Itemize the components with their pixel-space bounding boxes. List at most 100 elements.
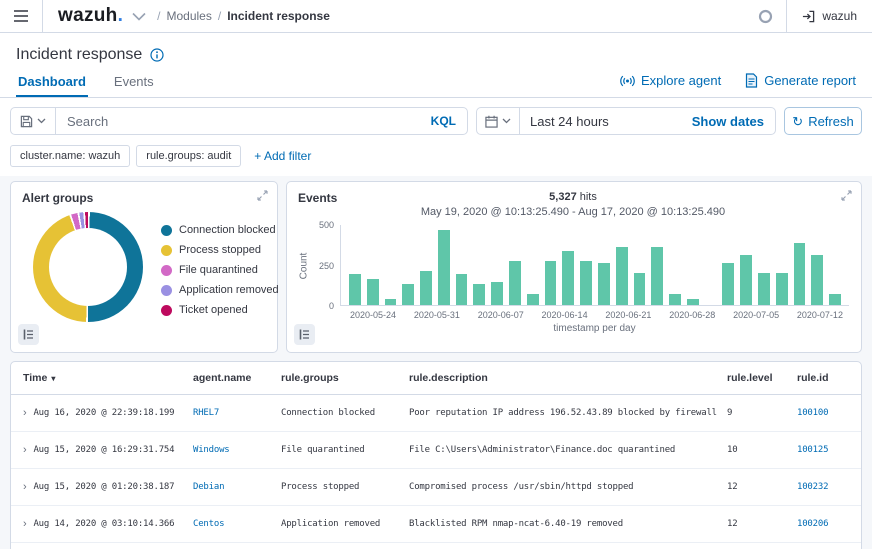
events-panel: Events 5,327hits May 19, 2020 @ 10:13:25…	[286, 181, 862, 353]
y-axis: 0250500	[310, 225, 340, 306]
rule-id-link[interactable]: 100232	[797, 482, 828, 492]
legend-item[interactable]: Process stopped	[161, 244, 279, 256]
column-header-desc[interactable]: rule.description	[409, 372, 727, 384]
bar[interactable]	[367, 279, 379, 305]
bar[interactable]	[420, 271, 432, 305]
bar[interactable]	[456, 274, 468, 305]
inspect-data-button[interactable]	[294, 324, 315, 345]
bar[interactable]	[527, 294, 539, 305]
saved-query-menu-button[interactable]	[11, 108, 56, 134]
column-header-agent[interactable]: agent.name	[193, 372, 281, 384]
row-expand-icon[interactable]: ›	[23, 518, 26, 530]
cell-rule-description: Poor reputation IP address 196.52.43.89 …	[409, 408, 727, 418]
legend-item[interactable]: File quarantined	[161, 264, 279, 276]
alert-groups-donut-chart[interactable]	[33, 212, 143, 322]
tab-events[interactable]: Events	[112, 68, 156, 97]
explore-agent-button[interactable]: Explore agent	[620, 73, 721, 88]
bar[interactable]	[402, 284, 414, 305]
donut-hole	[49, 228, 127, 306]
column-header-time[interactable]: Time▾	[23, 372, 193, 384]
column-header-level[interactable]: rule.level	[727, 372, 797, 384]
kql-toggle[interactable]: KQL	[420, 114, 467, 128]
bar[interactable]	[473, 284, 485, 305]
show-dates-button[interactable]: Show dates	[681, 114, 775, 129]
bar[interactable]	[545, 261, 557, 305]
bar[interactable]	[651, 247, 663, 305]
bar[interactable]	[669, 294, 681, 305]
agent-link[interactable]: RHEL7	[193, 408, 219, 418]
wazuh-logo[interactable]: wazuh.	[58, 5, 123, 27]
bar[interactable]	[634, 273, 646, 305]
agent-link[interactable]: Debian	[193, 482, 224, 492]
legend-label: File quarantined	[179, 264, 258, 276]
legend-label: Process stopped	[179, 244, 261, 256]
bar[interactable]	[598, 263, 610, 305]
table-row: ›Aug 16, 2020 @ 22:39:18.199RHEL7Connect…	[11, 395, 861, 432]
time-range-value[interactable]: Last 24 hours	[520, 114, 681, 129]
bar[interactable]	[385, 299, 397, 305]
inspect-data-button[interactable]	[18, 324, 39, 345]
agent-link[interactable]: Windows	[193, 445, 230, 455]
cell-agent-name: Debian	[193, 482, 281, 492]
bar[interactable]	[580, 261, 592, 305]
bar[interactable]	[509, 261, 521, 305]
bar[interactable]	[687, 299, 699, 305]
breadcrumb: / Modules / Incident response	[155, 9, 330, 23]
panel-title: Events	[298, 191, 337, 205]
health-ring-icon[interactable]	[745, 0, 786, 32]
column-header-groups[interactable]: rule.groups	[281, 372, 409, 384]
logout-icon	[802, 10, 815, 23]
x-axis-title: timestamp per day	[340, 323, 849, 334]
bar[interactable]	[758, 273, 770, 305]
bar[interactable]	[491, 282, 503, 305]
info-icon[interactable]	[150, 48, 164, 62]
generate-report-button[interactable]: Generate report	[745, 73, 856, 88]
cell-time: ›Aug 15, 2020 @ 16:29:31.754	[23, 444, 193, 456]
expand-icon[interactable]	[841, 190, 852, 201]
add-filter-button[interactable]: + Add filter	[254, 149, 311, 163]
bar[interactable]	[794, 243, 806, 305]
rule-id-link[interactable]: 100100	[797, 408, 828, 418]
search-input[interactable]	[56, 114, 420, 129]
time-window-label: May 19, 2020 @ 10:13:25.490 - Aug 17, 20…	[297, 206, 849, 218]
time-value: Aug 16, 2020 @ 22:39:18.199	[33, 408, 174, 418]
user-menu[interactable]: wazuh	[787, 0, 872, 32]
bar[interactable]	[722, 263, 734, 305]
column-header-id[interactable]: rule.id	[797, 372, 849, 384]
table-row: ›Aug 15, 2020 @ 16:29:31.754WindowsFile …	[11, 432, 861, 469]
cell-time: ›Aug 15, 2020 @ 01:20:38.187	[23, 481, 193, 493]
expand-icon[interactable]	[257, 190, 268, 201]
chevron-down-icon[interactable]	[132, 12, 146, 21]
filter-pill[interactable]: cluster.name: wazuh	[10, 145, 130, 167]
row-expand-icon[interactable]: ›	[23, 481, 26, 493]
legend-item[interactable]: Application removed	[161, 284, 279, 296]
bar[interactable]	[562, 251, 574, 305]
table-row: ›Aug 15, 2020 @ 01:20:38.187DebianProces…	[11, 469, 861, 506]
bar[interactable]	[616, 247, 628, 305]
bar[interactable]	[776, 273, 788, 305]
hamburger-menu-icon[interactable]	[0, 0, 42, 32]
page-header: Incident response	[0, 33, 872, 67]
cell-agent-name: Windows	[193, 445, 281, 455]
refresh-button[interactable]: ↻ Refresh	[784, 107, 862, 135]
row-expand-icon[interactable]: ›	[23, 407, 26, 419]
bar[interactable]	[438, 230, 450, 305]
bar[interactable]	[349, 274, 361, 305]
row-expand-icon[interactable]: ›	[23, 444, 26, 456]
rule-id-link[interactable]: 100206	[797, 519, 828, 529]
filter-pill[interactable]: rule.groups: audit	[136, 145, 241, 167]
breadcrumb-modules[interactable]: Modules	[167, 9, 212, 23]
tab-dashboard[interactable]: Dashboard	[16, 68, 88, 97]
table-row: ›Aug 14, 2020 @ 03:10:14.366CentosApplic…	[11, 506, 861, 543]
document-icon	[745, 73, 758, 88]
bar[interactable]	[811, 255, 823, 305]
legend-item[interactable]: Ticket opened	[161, 304, 279, 316]
rule-id-link[interactable]: 100125	[797, 445, 828, 455]
bar[interactable]	[740, 255, 752, 305]
bar[interactable]	[829, 294, 841, 305]
agent-link[interactable]: Centos	[193, 519, 224, 529]
date-quick-menu-button[interactable]	[477, 108, 520, 134]
legend-item[interactable]: Connection blocked	[161, 224, 279, 236]
legend-dot	[161, 305, 172, 316]
cell-rule-id: 100206	[797, 519, 849, 529]
